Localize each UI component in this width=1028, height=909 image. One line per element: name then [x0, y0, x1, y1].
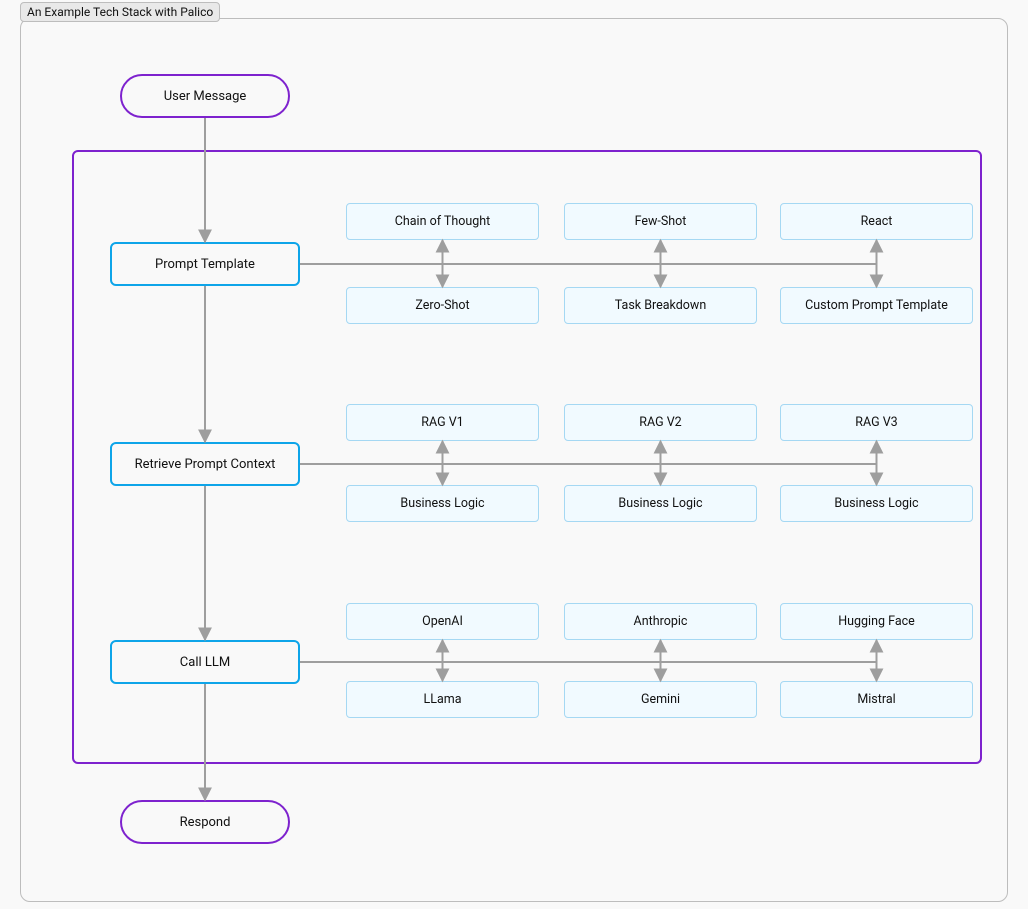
node-retrieve-context: Retrieve Prompt Context: [110, 442, 300, 486]
option-node: Chain of Thought: [346, 203, 539, 240]
option-node: Custom Prompt Template: [780, 287, 973, 324]
node-respond: Respond: [120, 800, 290, 844]
option-node: Few-Shot: [564, 203, 757, 240]
diagram-canvas: An Example Tech Stack with Palico User M…: [0, 0, 1028, 909]
node-user-message: User Message: [120, 74, 290, 118]
option-node: Mistral: [780, 681, 973, 718]
diagram-title: An Example Tech Stack with Palico: [20, 2, 220, 22]
option-node: React: [780, 203, 973, 240]
option-node: Hugging Face: [780, 603, 973, 640]
node-call-llm: Call LLM: [110, 640, 300, 684]
option-node: OpenAI: [346, 603, 539, 640]
option-node: Business Logic: [564, 485, 757, 522]
option-node: LLama: [346, 681, 539, 718]
option-node: Gemini: [564, 681, 757, 718]
option-node: Zero-Shot: [346, 287, 539, 324]
option-node: RAG V1: [346, 404, 539, 441]
option-node: Business Logic: [346, 485, 539, 522]
option-node: Anthropic: [564, 603, 757, 640]
option-node: RAG V3: [780, 404, 973, 441]
option-node: RAG V2: [564, 404, 757, 441]
option-node: Task Breakdown: [564, 287, 757, 324]
node-prompt-template: Prompt Template: [110, 242, 300, 286]
option-node: Business Logic: [780, 485, 973, 522]
